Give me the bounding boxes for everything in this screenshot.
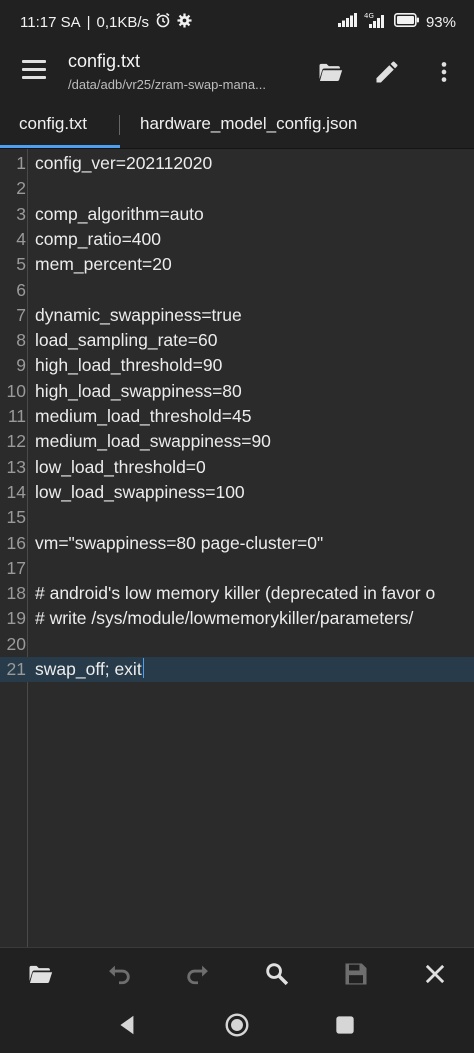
line-number: 13 [6,456,26,477]
back-icon[interactable] [115,1012,141,1038]
code-line[interactable]: 21 swap_off; exit [0,657,474,682]
line-number: 1 [16,153,26,173]
recents-icon[interactable] [332,1012,358,1038]
line-number: 5 [16,254,26,275]
tab-bar: config.txt hardware_model_config.json [0,100,474,149]
line-text: high_load_swappiness=80 [35,380,242,401]
line-number: 4 [16,228,26,249]
line-number: 20 [6,633,26,654]
line-number: 21 [6,659,26,679]
code-editor[interactable]: 1 config_ver=202112020 2 3 comp_algorithm=au… [0,149,474,947]
system-nav-bar [0,999,474,1053]
code-line[interactable]: 7 dynamic_swappiness=true [0,303,474,328]
gear-icon [177,12,192,32]
line-text: dynamic_swappiness=true [35,304,242,325]
tab-hardware-model-config-json[interactable]: hardware_model_config.json [140,114,357,134]
line-number: 2 [16,178,26,199]
line-text: comp_algorithm=auto [35,203,204,224]
line-number: 9 [16,355,26,376]
code-line[interactable]: 8 load_sampling_rate=60 [0,328,474,353]
code-line[interactable]: 16 vm="swappiness=80 page-cluster=0" [0,531,474,556]
text-cursor [142,658,145,678]
code-line[interactable]: 6 [0,278,474,303]
code-line[interactable]: 18 # android's low memory killer (depreca… [0,581,474,606]
code-line[interactable]: 3 comp_algorithm=auto [0,202,474,227]
line-number: 7 [16,304,26,325]
line-number: 18 [6,583,26,604]
code-line[interactable]: 11 medium_load_threshold=45 [0,404,474,429]
search-icon[interactable] [263,960,291,988]
line-number: 8 [16,330,26,351]
line-text: swap_off; exit [35,657,145,682]
battery-icon [393,13,420,31]
line-number: 10 [6,380,26,401]
code-line[interactable]: 19 # write /sys/module/lowmemorykiller/pa… [0,606,474,631]
file-title: config.txt [68,51,141,71]
line-text: comp_ratio=400 [35,228,161,249]
line-text: # android's low memory killer (deprecate… [35,583,436,604]
line-number: 17 [6,557,26,578]
home-icon[interactable] [224,1012,250,1038]
tab-divider [119,115,120,135]
redo-icon[interactable] [184,960,212,988]
code-line[interactable]: 4 comp_ratio=400 [0,227,474,252]
line-text: medium_load_threshold=45 [35,406,252,426]
status-network-speed: 0,1KB/s [96,13,150,31]
line-number: 11 [7,406,26,426]
status-time: 11:17 SA [20,13,81,31]
code-line[interactable]: 12 medium_load_swappiness=90 [0,429,474,454]
tab-config-txt[interactable]: config.txt [19,114,87,134]
line-number: 15 [6,507,26,528]
bottom-toolbar [0,947,474,1000]
app-bar: config.txt /data/adb/vr25/zram-swap-mana… [0,42,474,100]
line-text: vm="swappiness=80 page-cluster=0" [35,532,324,553]
line-number: 6 [16,279,26,300]
code-line[interactable]: 15 [0,505,474,530]
menu-icon[interactable] [22,60,46,80]
code-line[interactable]: 14 low_load_swappiness=100 [0,480,474,505]
line-text: low_load_swappiness=100 [35,481,245,502]
line-text: high_load_threshold=90 [35,355,223,376]
line-number: 16 [6,532,26,553]
line-text: medium_load_swappiness=90 [35,431,271,452]
line-number: 19 [6,608,26,629]
code-line[interactable]: 20 [0,632,474,657]
signal-4g-icon: 4G [364,12,388,32]
line-number: 14 [6,481,26,502]
folder-open-icon[interactable] [316,58,344,86]
code-line[interactable]: 9 high_load_threshold=90 [0,353,474,378]
status-bar: 11:17 SA | 0,1KB/s 4G 93% [0,0,474,42]
folder-open-icon[interactable] [26,960,54,988]
svg-text:4G: 4G [364,12,374,20]
alarm-icon [155,12,171,32]
line-number: 12 [6,431,26,452]
undo-icon[interactable] [105,960,133,988]
code-line[interactable]: 13 low_load_threshold=0 [0,455,474,480]
code-line[interactable]: 17 [0,556,474,581]
file-path: /data/adb/vr25/zram-swap-mana... [68,77,266,92]
code-line[interactable]: 10 high_load_swappiness=80 [0,379,474,404]
active-tab-indicator [0,145,120,148]
line-text: load_sampling_rate=60 [35,330,218,351]
line-text: mem_percent=20 [35,254,172,275]
code-line[interactable]: 1 config_ver=202112020 [0,151,474,176]
pencil-icon[interactable] [373,58,401,86]
more-vert-icon[interactable] [430,58,458,86]
battery-level: 93% [425,13,456,31]
line-text: low_load_threshold=0 [35,456,206,477]
line-text: config_ver=202112020 [35,153,213,173]
code-line[interactable]: 5 mem_percent=20 [0,252,474,277]
code-line[interactable]: 2 [0,176,474,201]
signal-icon [337,13,358,31]
save-icon[interactable] [342,960,370,988]
line-text: # write /sys/module/lowmemorykiller/para… [35,608,414,629]
close-icon[interactable] [421,960,449,988]
status-separator: | [86,13,91,31]
line-number: 3 [16,203,26,224]
